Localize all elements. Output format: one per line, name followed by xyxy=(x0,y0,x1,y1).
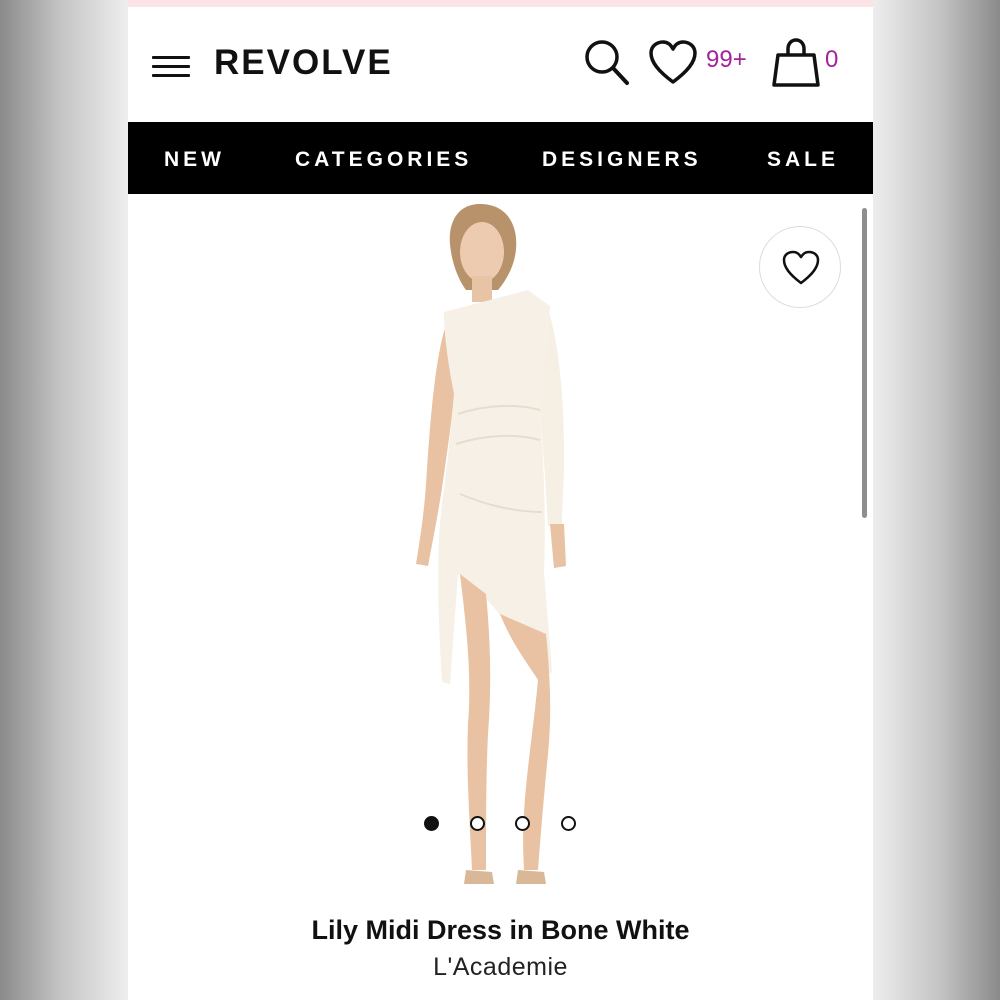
site-logo[interactable]: REVOLVE xyxy=(214,41,393,85)
product-image xyxy=(416,204,566,884)
carousel-dot-4[interactable] xyxy=(561,816,576,831)
bag-count: 0 xyxy=(825,46,839,73)
product-image-carousel[interactable] xyxy=(128,194,873,904)
carousel-dot-2[interactable] xyxy=(470,816,485,831)
product-title: Lily Midi Dress in Bone White xyxy=(311,915,690,945)
favorite-button[interactable] xyxy=(759,226,841,308)
shopping-bag-icon[interactable] xyxy=(772,37,822,89)
wishlist-count: 99+ xyxy=(706,46,747,73)
carousel-dot-1[interactable] xyxy=(424,816,439,831)
main-nav: NEW CATEGORIES DESIGNERS SALE xyxy=(128,122,873,194)
top-strip xyxy=(128,0,873,7)
search-icon[interactable] xyxy=(582,37,632,89)
scrollbar[interactable] xyxy=(862,208,867,518)
nav-designers[interactable]: DESIGNERS xyxy=(542,122,702,194)
site-header: REVOLVE 99+ 0 xyxy=(128,7,873,122)
nav-sale[interactable]: SALE xyxy=(767,122,839,194)
product-brand[interactable]: L'Academie xyxy=(128,950,873,984)
heart-outline-icon xyxy=(782,250,820,285)
heart-icon[interactable] xyxy=(648,40,698,86)
carousel-dot-3[interactable] xyxy=(515,816,530,831)
nav-categories[interactable]: CATEGORIES xyxy=(295,122,472,194)
hamburger-menu-icon[interactable] xyxy=(152,54,192,80)
carousel-dots xyxy=(128,816,873,834)
nav-new[interactable]: NEW xyxy=(164,122,225,194)
phone-screen: REVOLVE 99+ 0 NEW CATEGORIES DESIGNERS S… xyxy=(128,0,873,1000)
